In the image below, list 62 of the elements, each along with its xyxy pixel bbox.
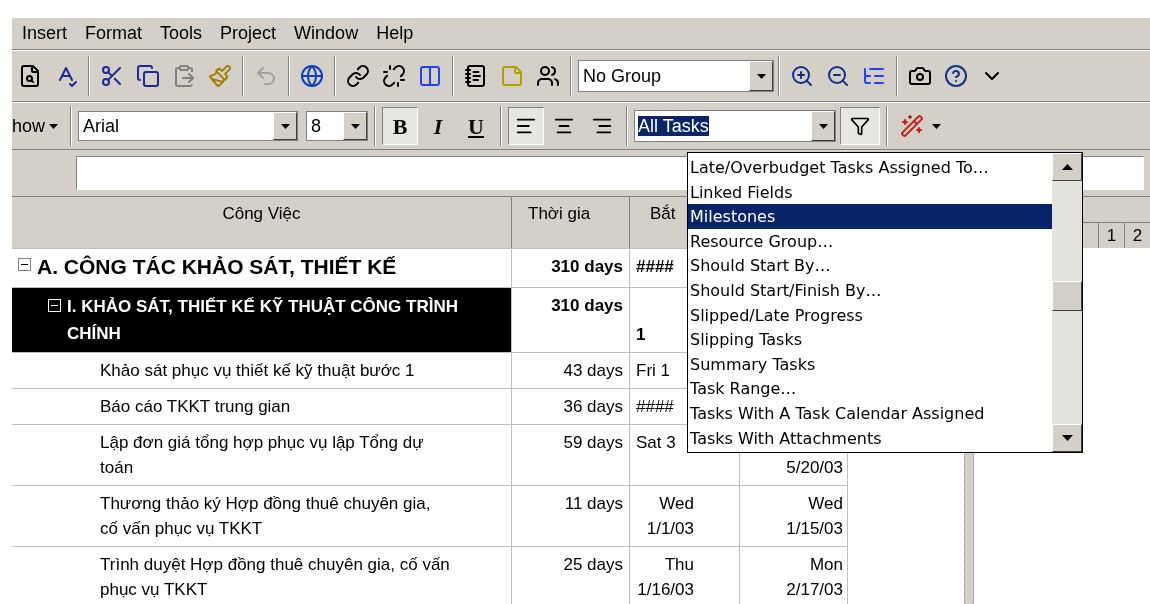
font-combo[interactable]: Arial [78,111,299,141]
font-size-combo[interactable]: 8 [306,111,369,141]
collapse-icon[interactable] [18,258,31,271]
task-name: I. KHẢO SÁT, THIẾT KẾ KỸ THUẬT CÔNG TRÌNH CHÍNH [67,296,459,345]
duration-text: 59 days [563,432,623,454]
column-header[interactable]: Công Việc [12,197,512,248]
finish-date: Wed 1/15/03 [785,493,843,540]
text-style-button[interactable]: I [420,107,457,145]
start-date: #### [636,396,674,418]
filter-option[interactable]: Task Range… [688,376,1052,401]
text-style-button[interactable]: B [382,107,419,145]
timescale-label: 2 [1124,222,1150,248]
task-name: A. CÔNG TÁC KHẢO SÁT, THIẾT KẾ [37,254,397,280]
task-name: Thương thảo ký Hợp đồng thuê chuyên gia, cố vấn phục vụ TKKT [100,493,432,540]
filter-option[interactable]: Should Start By… [688,253,1052,278]
scroll-up-icon[interactable] [1061,164,1073,170]
task-name: Lập đơn giá tổng hợp phục vụ lập Tổng dự toán [100,432,425,479]
start-date: Fri 1 [636,360,670,382]
duration-text: 43 days [563,360,623,382]
menu-item[interactable]: Project [220,20,277,47]
menu-item[interactable]: Insert [22,20,68,47]
filter-combo[interactable]: All Tasks [634,110,837,142]
duration-text: 310 days [551,295,623,317]
menu-item[interactable]: Format [85,20,143,47]
duration-text: 25 days [563,554,623,576]
start-date: Thu 1/16/03 [636,554,694,601]
show-button[interactable]: how [12,112,65,140]
menu-item[interactable]: Help [376,20,414,47]
filter-option[interactable]: Tasks With Attachments [688,425,1052,451]
finish-date: Mon 2/17/03 [785,554,843,601]
group-combo[interactable]: No Group [578,60,774,92]
text-style-button[interactable]: U [458,107,495,145]
task-name: Trình duyệt Hợp đồng thuê chuyên gia, cố vấn phục vụ TKKT [100,554,450,601]
duration-text: 11 days [564,493,623,515]
start-date: 1 [636,324,646,346]
column-header[interactable]: Thời gia [512,197,630,248]
filter-option[interactable]: Summary Tasks [688,351,1052,377]
caret-icon [49,123,59,129]
menu-item[interactable]: Window [294,20,359,47]
caret-icon[interactable] [932,123,942,129]
filter-option[interactable]: Tasks With A Task Calendar Assigned [688,400,1052,426]
filter-icon [850,116,871,136]
task-name: Báo cáo TKKT trung gian [100,396,291,418]
align-left-button[interactable] [508,107,545,145]
start-date: #### [636,256,674,278]
filter-option[interactable]: Milestones [688,204,1052,229]
scroll-thumb[interactable] [1052,281,1082,311]
menu-item[interactable]: Tools [160,20,203,47]
filter-option[interactable]: Slipping Tasks [688,327,1052,352]
autofilter-button[interactable] [840,107,881,145]
scroll-down-icon[interactable] [1061,435,1073,441]
scrollbar[interactable] [1052,153,1082,452]
start-date: Wed 1/1/03 [645,493,694,540]
duration-text: 36 days [563,396,623,418]
start-date: Sat 3 [636,432,676,454]
filter-option[interactable]: Should Start/Finish By… [688,277,1052,303]
timescale-label: 1 [1098,222,1124,248]
filter-option[interactable]: Slipped/Late Progress [688,302,1052,328]
duration-text: 310 days [551,256,623,278]
finish-date: 5/20/03 [786,457,843,479]
filter-option[interactable]: Late/Overbudget Tasks Assigned To… [688,155,1052,180]
task-name: Khảo sát phục vụ thiết kế kỹ thuật bước 1 [100,360,415,382]
